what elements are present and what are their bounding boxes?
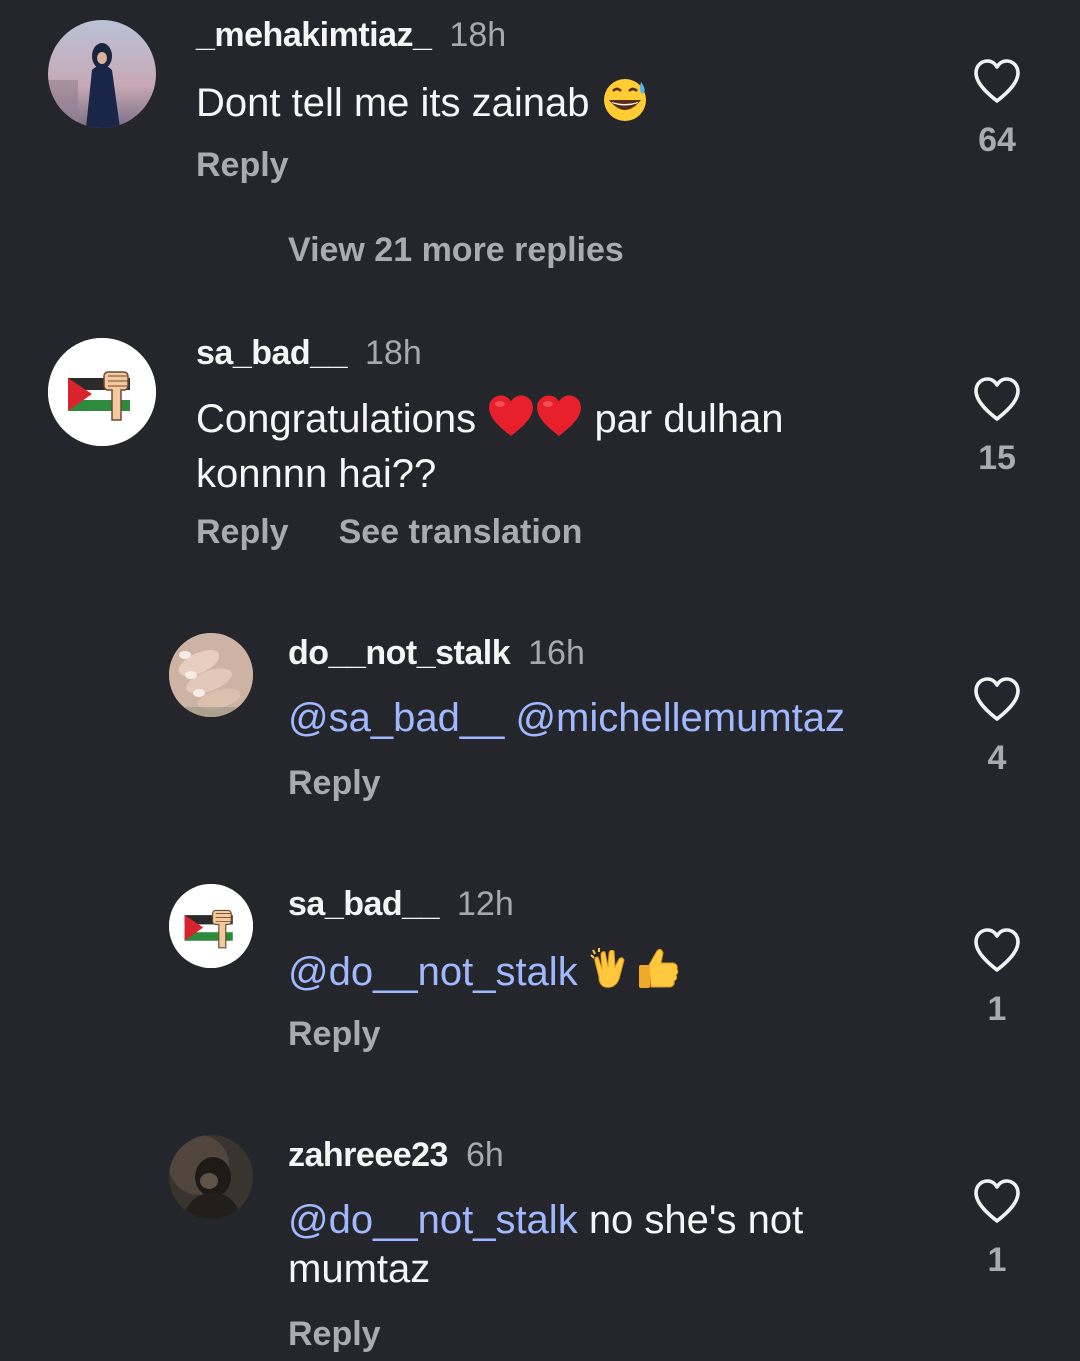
reply-header: do__not_stalk 16h [288,633,585,673]
profile-photo-icon [48,20,156,128]
timestamp: 18h [449,16,507,54]
reply-header: sa_bad__ 12h [288,884,514,924]
like-group: 1 [972,927,1022,1029]
comment-actions: Reply [196,145,289,185]
mention-link[interactable]: @sa_bad__ [288,696,504,740]
heart-icon[interactable] [972,676,1022,722]
reply-text: @do__not_stalk no she's not mumtaz [288,1196,858,1294]
red-heart-icon [487,394,535,450]
timestamp: 12h [457,885,514,923]
comment-text-content: Dont tell me its zainab [196,81,590,125]
reply-actions: Reply [288,1314,381,1354]
avatar[interactable] [169,1135,253,1219]
username[interactable]: _mehakimtiaz_ [196,16,432,54]
reply-header: zahreee23 6h [288,1135,504,1175]
username[interactable]: sa_bad__ [288,885,440,923]
reply-button[interactable]: Reply [196,146,289,184]
like-count: 15 [978,439,1016,477]
hand-photo-icon [169,633,253,717]
dark-profile-photo-icon [169,1135,253,1219]
reply-button[interactable]: Reply [196,513,289,551]
see-translation-button[interactable]: See translation [339,513,583,551]
like-group: 4 [972,676,1022,778]
mention-link[interactable]: @do__not_stalk [288,1198,578,1242]
comment-text: Dont tell me its zainab [196,76,876,134]
comment-actions: Reply See translation [196,512,582,552]
red-heart-icon [535,394,583,450]
reply-actions: Reply [288,763,381,803]
avatar[interactable] [169,884,253,968]
username[interactable]: do__not_stalk [288,634,511,672]
mention-link[interactable]: @michellemumtaz [515,696,845,740]
heart-icon[interactable] [972,927,1022,973]
timestamp: 18h [365,334,422,372]
reply-button[interactable]: Reply [288,764,381,802]
view-more-replies-button[interactable]: View 21 more replies [288,230,624,270]
palestine-flag-icon [169,884,253,968]
username[interactable]: sa_bad__ [196,334,348,372]
reply-button[interactable]: Reply [288,1015,381,1053]
reply-button[interactable]: Reply [288,1315,381,1353]
avatar[interactable] [48,20,156,128]
like-count: 1 [987,990,1007,1028]
comment-header: _mehakimtiaz_ 18h [196,15,506,55]
like-group: 1 [972,1178,1022,1280]
like-group: 15 [972,376,1022,478]
timestamp: 16h [528,634,585,672]
like-count: 1 [987,1241,1007,1279]
heart-icon[interactable] [972,1178,1022,1224]
mention-link[interactable]: @do__not_stalk [288,950,578,994]
like-count: 4 [987,739,1007,777]
comment-text-before: Congratulations [196,397,477,441]
comment-text: Congratulations par dulhan konnnn hai?? [196,394,856,499]
timestamp: 6h [465,1136,504,1174]
comment-header: sa_bad__ 18h [196,333,422,373]
heart-icon[interactable] [972,376,1022,422]
clapping-hands-icon [589,947,635,1003]
reply-text: @sa_bad__ @michellemumtaz [288,694,888,743]
reply-text: @do__not_stalk [288,945,888,1003]
reply-actions: Reply [288,1014,381,1054]
avatar[interactable] [169,633,253,717]
avatar[interactable] [48,338,156,446]
like-group: 64 [972,58,1022,160]
username[interactable]: zahreee23 [288,1136,448,1174]
thumbs-up-icon [635,945,681,1003]
like-count: 64 [978,121,1016,159]
heart-icon[interactable] [972,58,1022,104]
sweat-smile-emoji-icon [601,76,649,134]
palestine-flag-icon [48,338,156,446]
